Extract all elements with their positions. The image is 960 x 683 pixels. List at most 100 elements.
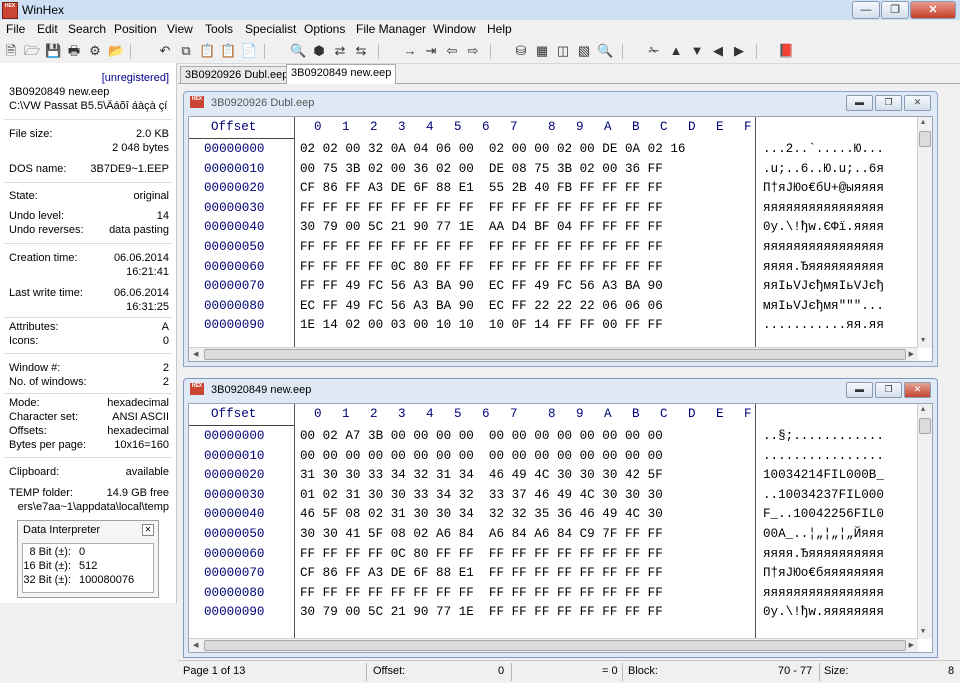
row-hex-bytes[interactable]: 00 02 A7 3B 00 00 00 00 00 00 00 00 00 0… bbox=[300, 427, 663, 447]
arrow-down-icon[interactable]: ▼ bbox=[689, 43, 705, 59]
properties-icon[interactable]: ⚙ bbox=[87, 43, 103, 59]
open-file-icon[interactable]: 🗁 bbox=[24, 43, 40, 59]
hex-row[interactable]: 00000030 01 02 31 30 30 33 34 32 33 37 46… bbox=[189, 486, 932, 506]
help-book-icon[interactable]: 📕 bbox=[778, 43, 794, 59]
paste-icon[interactable]: 📋 bbox=[199, 43, 215, 59]
open-disk-icon[interactable]: ⛁ bbox=[513, 43, 529, 59]
analyze-icon[interactable]: 🔍 bbox=[597, 43, 613, 59]
scroll-right-icon[interactable]: ▶ bbox=[909, 350, 914, 359]
compare-icon[interactable]: ✁ bbox=[646, 43, 662, 59]
editor-restore-button[interactable]: ❐ bbox=[875, 382, 902, 398]
hex-row[interactable]: 00000040 30 79 00 5C 21 90 77 1E AA D4 BF… bbox=[189, 218, 932, 238]
goto-page-icon[interactable]: ⇥ bbox=[423, 43, 439, 59]
row-hex-bytes[interactable]: CF 86 FF A3 DE 6F 88 E1 55 2B 40 FB FF F… bbox=[300, 179, 663, 199]
row-text[interactable]: ..§;............ bbox=[763, 427, 884, 447]
scroll-left-icon[interactable]: ◀ bbox=[193, 350, 198, 359]
scrollbar-thumb[interactable] bbox=[204, 349, 906, 360]
row-hex-bytes[interactable]: FF FF FF FF FF FF FF FF FF FF FF FF FF F… bbox=[300, 584, 663, 604]
save-icon[interactable]: 💾 bbox=[45, 43, 61, 59]
tab-new-eep[interactable]: 3B0920849 new.eep bbox=[286, 64, 397, 84]
back-icon[interactable]: ⇦ bbox=[444, 43, 460, 59]
arrow-up-icon[interactable]: ▲ bbox=[668, 43, 684, 59]
row-hex-bytes[interactable]: FF FF 49 FC 56 A3 BA 90 EC FF 49 FC 56 A… bbox=[300, 277, 663, 297]
calculator-icon[interactable]: ▧ bbox=[576, 43, 592, 59]
row-hex-bytes[interactable]: 01 02 31 30 30 33 34 32 33 37 46 49 4C 3… bbox=[300, 486, 663, 506]
replace-hex-icon[interactable]: ⇆ bbox=[353, 43, 369, 59]
hex-row[interactable]: 00000050 30 30 41 5F 08 02 A6 84 A6 84 A6… bbox=[189, 525, 932, 545]
row-hex-bytes[interactable]: EC FF 49 FC 56 A3 BA 90 EC FF 22 22 22 0… bbox=[300, 297, 663, 317]
hex-view[interactable]: Offset ◀ ▶ ▲ ▼ 0 1 2 3 4 5 6 7 8 9 A B C D E F 00000000 0… bbox=[188, 403, 933, 653]
editor-close-button[interactable]: ✕ bbox=[904, 95, 931, 111]
row-text[interactable]: F_..10042256FIL0 bbox=[763, 505, 884, 525]
row-text[interactable]: 00A_..¦„¦„¦„Йяяя bbox=[763, 525, 884, 545]
hex-row[interactable]: 00000000 02 02 00 32 0A 04 06 00 02 00 00… bbox=[189, 140, 932, 160]
scroll-down-icon[interactable]: ▼ bbox=[921, 628, 925, 636]
row-hex-bytes[interactable]: 1E 14 02 00 03 00 10 10 10 0F 14 FF FF 0… bbox=[300, 316, 663, 336]
hex-row[interactable]: 00000020 31 30 30 33 34 32 31 34 46 49 4C… bbox=[189, 466, 932, 486]
row-hex-bytes[interactable]: 00 00 00 00 00 00 00 00 00 00 00 00 00 0… bbox=[300, 447, 663, 467]
copy-icon[interactable]: ⧉ bbox=[178, 43, 194, 59]
disk-editor-icon[interactable]: ◫ bbox=[555, 43, 571, 59]
row-hex-bytes[interactable]: 00 75 3B 02 00 36 02 00 DE 08 75 3B 02 0… bbox=[300, 160, 663, 180]
menu-view[interactable]: View bbox=[167, 22, 193, 36]
row-text[interactable]: .u;..6..Ю.u;..6я bbox=[763, 160, 884, 180]
row-hex-bytes[interactable]: 30 79 00 5C 21 90 77 1E AA D4 BF 04 FF F… bbox=[300, 218, 663, 238]
clipboard-icon[interactable]: 📄 bbox=[241, 43, 257, 59]
hex-row[interactable]: 00000020 CF 86 FF A3 DE 6F 88 E1 55 2B 40… bbox=[189, 179, 932, 199]
menu-file[interactable]: File bbox=[6, 22, 25, 36]
print-icon[interactable]: 🖶 bbox=[66, 43, 82, 59]
row-text[interactable]: яяяя.Ђяяяяяяяяяя bbox=[763, 258, 884, 278]
row-text[interactable]: 10034214FIL000B_ bbox=[763, 466, 884, 486]
row-hex-bytes[interactable]: 31 30 30 33 34 32 31 34 46 49 4C 30 30 3… bbox=[300, 466, 663, 486]
menu-edit[interactable]: Edit bbox=[37, 22, 58, 36]
paste-write-icon[interactable]: 📋 bbox=[220, 43, 236, 59]
row-text[interactable]: ................ bbox=[763, 447, 884, 467]
row-text[interactable]: яяяяяяяяяяяяяяяя bbox=[763, 238, 884, 258]
scrollbar-thumb[interactable] bbox=[204, 640, 906, 651]
row-text[interactable]: ...........яя.яя bbox=[763, 316, 884, 336]
editor-minimize-button[interactable]: ▬ bbox=[846, 95, 873, 111]
new-file-icon[interactable]: 🗎 bbox=[3, 43, 19, 59]
hex-row[interactable]: 00000030 FF FF FF FF FF FF FF FF FF FF FF… bbox=[189, 199, 932, 219]
ram-icon[interactable]: ▦ bbox=[534, 43, 550, 59]
replace-text-icon[interactable]: ⇄ bbox=[332, 43, 348, 59]
arrow-left-icon[interactable]: ◀ bbox=[710, 43, 726, 59]
row-text[interactable]: П†яЈЮо€бяяяяяяяя bbox=[763, 564, 884, 584]
hex-row[interactable]: 00000090 30 79 00 5C 21 90 77 1E FF FF FF… bbox=[189, 603, 932, 623]
row-text[interactable]: 0y.\!ђw.ЄФї.яяяя bbox=[763, 218, 884, 238]
row-text[interactable]: мяIьVЈєђмя"""... bbox=[763, 297, 884, 317]
menu-search[interactable]: Search bbox=[68, 22, 106, 36]
row-text[interactable]: П†яЈЮо€бU+@ыяяяя bbox=[763, 179, 884, 199]
scroll-up-icon[interactable]: ▲ bbox=[921, 119, 925, 127]
row-hex-bytes[interactable]: 46 5F 08 02 31 30 30 34 32 32 35 36 46 4… bbox=[300, 505, 663, 525]
forward-icon[interactable]: ⇨ bbox=[465, 43, 481, 59]
editor-close-button[interactable]: ✕ bbox=[904, 382, 931, 398]
undo-icon[interactable]: ↶ bbox=[157, 43, 173, 59]
row-hex-bytes[interactable]: FF FF FF FF FF FF FF FF FF FF FF FF FF F… bbox=[300, 199, 663, 219]
hex-row[interactable]: 00000090 1E 14 02 00 03 00 10 10 10 0F 14… bbox=[189, 316, 932, 336]
hex-row[interactable]: 00000010 00 75 3B 02 00 36 02 00 DE 08 75… bbox=[189, 160, 932, 180]
goto-offset-icon[interactable]: → bbox=[402, 43, 418, 59]
arrow-right-icon[interactable]: ▶ bbox=[731, 43, 747, 59]
row-hex-bytes[interactable]: CF 86 FF A3 DE 6F 88 E1 FF FF FF FF FF F… bbox=[300, 564, 663, 584]
menu-file-manager[interactable]: File Manager bbox=[356, 22, 426, 36]
hex-row[interactable]: 00000060 FF FF FF FF 0C 80 FF FF FF FF FF… bbox=[189, 258, 932, 278]
minimize-button[interactable]: — bbox=[852, 1, 880, 19]
hex-row[interactable]: 00000080 FF FF FF FF FF FF FF FF FF FF FF… bbox=[189, 584, 932, 604]
editor-minimize-button[interactable]: ▬ bbox=[846, 382, 873, 398]
hex-row[interactable]: 00000000 00 02 A7 3B 00 00 00 00 00 00 00… bbox=[189, 427, 932, 447]
close-button[interactable]: ✕ bbox=[910, 1, 956, 19]
find-hex-icon[interactable]: ⬢ bbox=[311, 43, 327, 59]
hex-view[interactable]: Offset ◀ ▶ ▲ ▼ 0 1 2 3 4 5 6 7 8 9 A B C D E F 00000000 0… bbox=[188, 116, 933, 362]
hex-row[interactable]: 00000070 CF 86 FF A3 DE 6F 88 E1 FF FF FF… bbox=[189, 564, 932, 584]
hex-row[interactable]: 00000040 46 5F 08 02 31 30 30 34 32 32 35… bbox=[189, 505, 932, 525]
scroll-right-icon[interactable]: ▶ bbox=[909, 641, 914, 650]
row-text[interactable]: 0y.\!ђw.яяяяяяяя bbox=[763, 603, 884, 623]
row-hex-bytes[interactable]: 30 79 00 5C 21 90 77 1E FF FF FF FF FF F… bbox=[300, 603, 663, 623]
editor-restore-button[interactable]: ❐ bbox=[875, 95, 902, 111]
row-text[interactable]: яяяяяяяяяяяяяяяя bbox=[763, 584, 884, 604]
row-hex-bytes[interactable]: 02 02 00 32 0A 04 06 00 02 00 00 02 00 D… bbox=[300, 140, 685, 160]
row-text[interactable]: яяяяяяяяяяяяяяяя bbox=[763, 199, 884, 219]
menu-specialist[interactable]: Specialist bbox=[245, 22, 296, 36]
row-hex-bytes[interactable]: FF FF FF FF FF FF FF FF FF FF FF FF FF F… bbox=[300, 238, 663, 258]
